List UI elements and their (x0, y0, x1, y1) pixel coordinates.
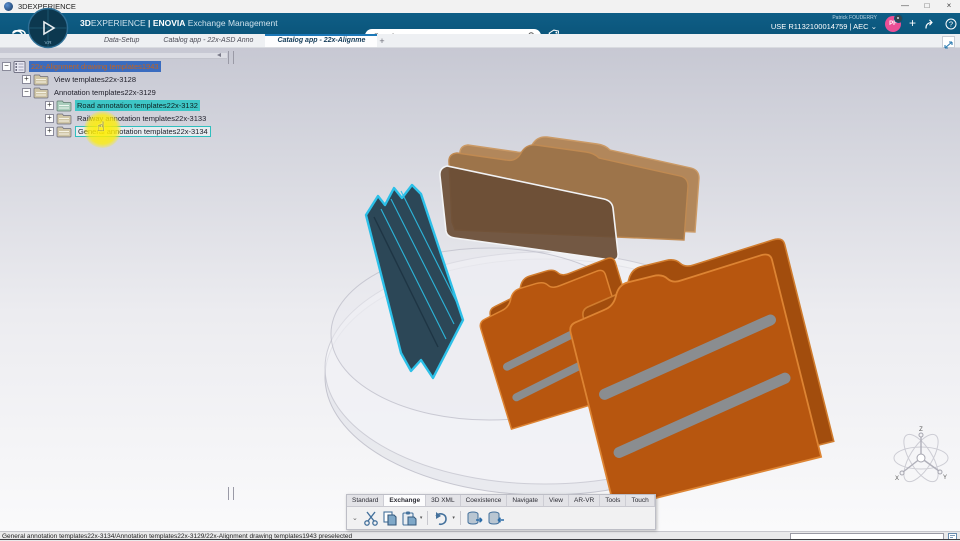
expander-icon[interactable]: + (45, 127, 54, 136)
tree-item-label[interactable]: Annotation templates22x-3129 (52, 87, 158, 98)
tree-item-alignment-root[interactable]: − 22x-Alignment drawing templates1943 (2, 60, 211, 73)
workspace-tab-row: Data-Setup Catalog app - 22x-ASD Anno Ca… (0, 34, 960, 49)
3dexperience-window: { "window": { "title": "3DEXPERIENCE", "… (0, 0, 960, 541)
brand-title: 3DEXPERIENCE | ENOVIA Exchange Managemen… (80, 13, 278, 34)
session-selector[interactable]: USE R1132100014759 | AEC ⌄ (771, 23, 877, 31)
top-right-cluster: Patrick FOUDERRY USE R1132100014759 | AE… (771, 13, 957, 34)
brand-rest: EXPERIENCE (90, 18, 146, 28)
avatar-badge-icon (893, 13, 903, 23)
tree-hscrollbar[interactable] (0, 53, 227, 59)
cut-icon[interactable] (363, 511, 379, 526)
help-icon[interactable]: ? (945, 18, 957, 30)
window-title-bar: 3DEXPERIENCE — □ × (0, 0, 960, 14)
toolbar-tab-touch[interactable]: Touch (626, 495, 655, 506)
app-bar: 3DEXPERIENCE | ENOVIA Exchange Managemen… (0, 13, 960, 44)
new-tab-button[interactable]: + (377, 34, 390, 47)
axis-y-label: Y (943, 475, 947, 481)
folder-icon (33, 74, 49, 85)
brand-3d: 3D (80, 18, 91, 28)
action-bar: Standard Exchange 3D XML Coexistence Nav… (346, 494, 656, 530)
tab-data-setup[interactable]: Data-Setup (92, 34, 151, 47)
tree-item-railway-annotation[interactable]: + Railway annotation templates22x-3133 (45, 112, 211, 125)
brown-folder-group[interactable] (439, 136, 700, 261)
toolbar-tab-navigate[interactable]: Navigate (507, 495, 545, 506)
paste-dropdown-icon[interactable]: ▾ (420, 515, 423, 521)
toolbar-tab-arvr[interactable]: AR-VR (569, 495, 601, 506)
folder-icon (33, 87, 49, 98)
app-icon (4, 2, 13, 11)
scroll-left-icon[interactable] (217, 53, 221, 57)
tab-catalog-alignment[interactable]: Catalog app - 22x-Alignme (265, 34, 378, 47)
compass-label: V.R (44, 40, 52, 45)
expander-icon[interactable]: − (2, 62, 11, 71)
undo-icon[interactable] (433, 511, 449, 526)
tree-item-general-annotation[interactable]: + General annotation templates22x-3134 (45, 125, 211, 138)
db-import-icon[interactable] (487, 511, 505, 526)
toolbar-overflow-icon[interactable]: ⌄ (352, 514, 358, 522)
toolbar-tab-coexistence[interactable]: Coexistence (461, 495, 508, 506)
toolbar-tab-exchange[interactable]: Exchange (384, 495, 427, 506)
close-button[interactable]: × (938, 0, 960, 13)
tree-item-label[interactable]: Road annotation templates22x-3132 (75, 100, 200, 111)
tree-item-label[interactable]: 22x-Alignment drawing templates1943 (29, 61, 161, 72)
tab-catalog-asd[interactable]: Catalog app - 22x-ASD Anno (151, 34, 265, 47)
expander-icon[interactable]: + (45, 101, 54, 110)
user-block[interactable]: Patrick FOUDERRY USE R1132100014759 | AE… (771, 16, 877, 31)
3d-compass[interactable]: V.R (27, 7, 69, 49)
db-export-icon[interactable] (466, 511, 484, 526)
paste-icon[interactable] (401, 511, 417, 526)
restore-button[interactable]: □ (916, 0, 938, 13)
tree-splitter-handle-bottom[interactable] (228, 487, 234, 500)
action-bar-tabs: Standard Exchange 3D XML Coexistence Nav… (347, 495, 655, 507)
toolbar-separator (427, 511, 429, 525)
expand-viewport-icon[interactable] (942, 36, 955, 49)
add-icon[interactable]: + (909, 13, 916, 34)
svg-text:?: ? (949, 19, 953, 28)
expander-icon[interactable]: + (45, 114, 54, 123)
minimize-button[interactable]: — (894, 0, 916, 13)
toolbar-tab-standard[interactable]: Standard (347, 495, 385, 506)
toolbar-tab-tools[interactable]: Tools (600, 495, 627, 506)
axis-z-label: Z (919, 427, 923, 433)
brand-separator: | (148, 18, 151, 28)
expander-icon[interactable]: − (22, 88, 31, 97)
user-name: Patrick FOUDERRY (832, 15, 877, 22)
avatar[interactable]: PF (884, 13, 903, 32)
folder-icon (56, 113, 72, 124)
toolbar-tab-3dxml[interactable]: 3D XML (426, 495, 461, 506)
tree-item-view-templates[interactable]: + View templates22x-3128 (22, 73, 211, 86)
folder-icon (56, 126, 72, 137)
tree-item-label[interactable]: View templates22x-3128 (52, 74, 138, 85)
chevron-down-icon: ⌄ (870, 22, 877, 32)
copy-icon[interactable] (382, 510, 398, 526)
tree-item-road-annotation[interactable]: + Road annotation templates22x-3132 (45, 99, 211, 112)
axis-x-label: X (895, 476, 899, 482)
share-icon[interactable] (924, 18, 937, 30)
expander-icon[interactable]: + (22, 75, 31, 84)
action-bar-icons: ⌄ ▾ ▾ (347, 507, 655, 529)
module-name: Exchange Management (187, 18, 278, 28)
axis-triad[interactable]: Z X Y (893, 427, 949, 487)
folder-icon (56, 100, 72, 111)
toolbar-tab-view[interactable]: View (544, 495, 570, 506)
app-name: ENOVIA (152, 18, 186, 28)
tree-item-annotation-templates[interactable]: − Annotation templates22x-3129 (22, 86, 211, 99)
catalog-icon (13, 60, 26, 73)
tree-splitter-handle-top[interactable] (228, 51, 234, 64)
hand-cursor-icon: ☝ (97, 119, 105, 134)
toolbar-separator (459, 511, 461, 525)
undo-dropdown-icon[interactable]: ▾ (452, 515, 455, 521)
